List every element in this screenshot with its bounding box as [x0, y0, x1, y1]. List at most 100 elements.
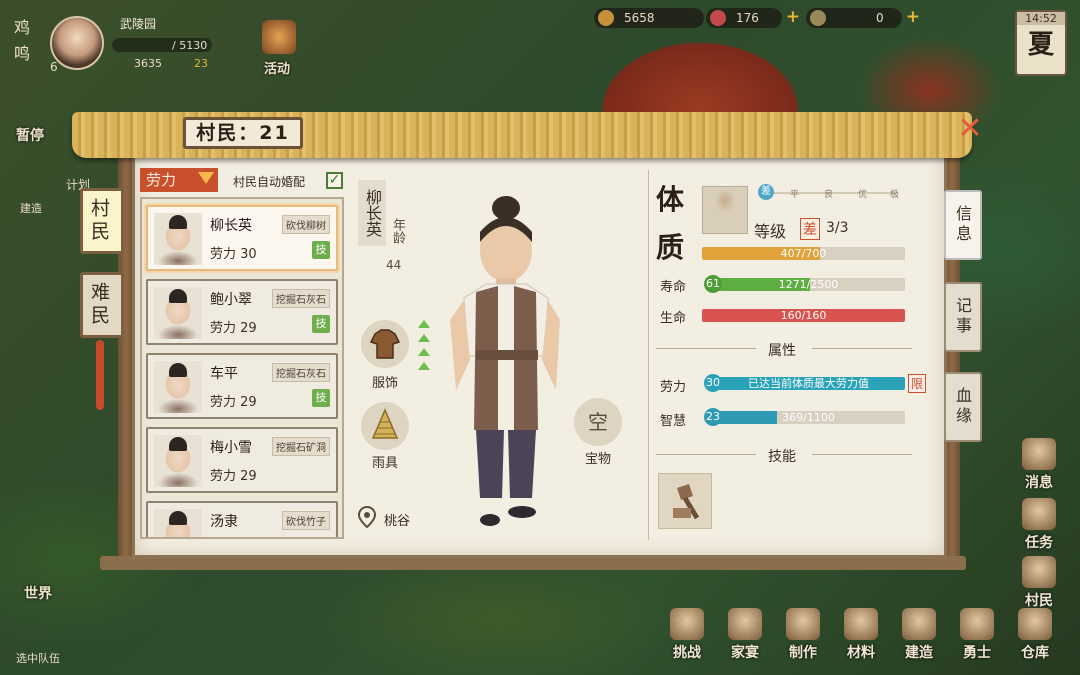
- warrior-icon: [960, 608, 994, 640]
- clothing-label: 服饰: [371, 376, 398, 391]
- list-item[interactable]: 车平 劳力 29 挖掘石灰石 技: [146, 353, 338, 419]
- grade-step: 平: [790, 190, 800, 200]
- copper-value: 5658: [624, 11, 655, 25]
- tab-info[interactable]: 信息: [944, 190, 982, 260]
- activity-button[interactable]: 活动: [264, 58, 290, 77]
- constitution-label-2: 质: [656, 231, 685, 264]
- materials-icon: [844, 608, 878, 640]
- villager-name: 车平: [210, 366, 238, 382]
- warehouse-button[interactable]: 仓库: [1010, 608, 1060, 662]
- raingear-slot[interactable]: [361, 402, 409, 450]
- villager-name: 梅小雪: [210, 440, 252, 456]
- scroll-icon: [1022, 438, 1056, 470]
- villager-name: 鲍小翠: [210, 292, 252, 308]
- labor-text: 已达当前体质最大劳力值: [748, 377, 869, 390]
- build-button[interactable]: 建造: [894, 608, 944, 662]
- list-item[interactable]: 鲍小翠 劳力 29 挖掘石灰石 技: [146, 279, 338, 345]
- clothing-slot[interactable]: [361, 320, 409, 368]
- tab-villagers[interactable]: 村民: [80, 188, 124, 254]
- villagers-button[interactable]: 村民: [1014, 556, 1064, 610]
- gold-icon: [810, 10, 826, 26]
- copper-bar: 5658: [594, 8, 704, 28]
- messages-button[interactable]: 消息: [1014, 438, 1064, 492]
- arrow-up-icon: [418, 362, 430, 370]
- villager-list[interactable]: 柳长英 劳力 30 砍伐柳树 技 鲍小翠 劳力 29 挖掘石灰石 技 车平 劳力…: [140, 197, 344, 539]
- grade-badge: 差: [800, 218, 820, 240]
- tab-journal[interactable]: 记事: [944, 282, 982, 352]
- build-icon: [902, 608, 936, 640]
- skill-badge: 技: [312, 241, 330, 259]
- panel-divider: [648, 170, 649, 540]
- axe-icon: [673, 484, 700, 520]
- villager-name-plate: 柳长英: [358, 180, 386, 246]
- villager-job: 挖掘石灰石: [272, 363, 330, 382]
- villager-portrait: [154, 361, 202, 413]
- auto-marry-label: 村民自动婚配: [233, 175, 306, 189]
- craft-icon: [786, 608, 820, 640]
- arrow-up-icon: [418, 348, 430, 356]
- jade-add-button[interactable]: +: [786, 7, 800, 27]
- villager-labor: 劳力 29: [210, 321, 257, 336]
- grade-step: 优: [858, 190, 868, 200]
- world-button[interactable]: 世界: [24, 583, 52, 603]
- tasks-button[interactable]: 任务: [1014, 498, 1064, 552]
- panel-base: [100, 556, 966, 570]
- clock-time: 14:52: [1017, 12, 1065, 25]
- lifespan-level: 61: [704, 275, 722, 293]
- villager-labor: 劳力 30: [210, 247, 257, 262]
- skill-slot[interactable]: [658, 473, 712, 529]
- labor-bar: 已达当前体质最大劳力值: [712, 377, 905, 390]
- activity-icon[interactable]: [262, 20, 296, 54]
- attributes-line-right: [812, 348, 912, 349]
- villager-labor: 劳力 29: [210, 469, 257, 484]
- villager-portrait: [154, 213, 202, 265]
- tab-lineage[interactable]: 血缘: [944, 372, 982, 442]
- constitution-portrait: [702, 186, 748, 234]
- skills-title: 技能: [768, 449, 796, 465]
- treasure-slot[interactable]: 空: [574, 398, 622, 446]
- player-avatar[interactable]: [50, 16, 104, 70]
- villager-portrait: [154, 287, 202, 339]
- health-label: 生命: [660, 311, 687, 326]
- wisdom-text: 369/1100: [782, 411, 835, 424]
- list-item[interactable]: 梅小雪 劳力 29 挖掘石矿洞: [146, 427, 338, 493]
- close-icon[interactable]: ✕: [956, 114, 984, 144]
- grade-step-current: 差: [758, 184, 774, 200]
- population-count: 23: [194, 57, 208, 70]
- grade-step: 极: [890, 190, 900, 200]
- pause-button[interactable]: 暂停: [16, 125, 44, 145]
- challenge-icon: [670, 608, 704, 640]
- upgrade-arrows: [418, 320, 430, 370]
- challenge-button[interactable]: 挑战: [662, 608, 712, 662]
- tab-refugees[interactable]: 难民: [80, 272, 124, 338]
- grade-track: 差 平 良 优 极: [758, 184, 908, 200]
- list-item[interactable]: 柳长英 劳力 30 砍伐柳树 技: [146, 205, 338, 271]
- player-level: 6: [50, 60, 58, 74]
- lifespan-bar: 1271/2500: [712, 278, 905, 291]
- craft-button[interactable]: 制作: [778, 608, 828, 662]
- quest-icon: [1022, 498, 1056, 530]
- skills-line-left: [656, 454, 756, 455]
- age-value: 44: [386, 258, 402, 272]
- season-clock[interactable]: 14:52 夏: [1015, 10, 1067, 76]
- jade-value: 176: [736, 11, 759, 25]
- arrow-up-icon: [418, 320, 430, 328]
- team-button[interactable]: 选中队伍: [16, 650, 60, 666]
- attributes-line-left: [656, 348, 756, 349]
- villager-name: 汤隶: [210, 514, 238, 530]
- badge-2: 鸣: [14, 44, 31, 63]
- feast-button[interactable]: 家宴: [720, 608, 770, 662]
- labor-label: 劳力: [660, 380, 687, 395]
- labor-filter-dropdown[interactable]: 劳力: [140, 168, 218, 192]
- materials-button[interactable]: 材料: [836, 608, 886, 662]
- attributes-title: 属性: [768, 343, 796, 359]
- gold-add-button[interactable]: +: [906, 7, 920, 27]
- warriors-button[interactable]: 勇士: [952, 608, 1002, 662]
- skill-badge: 技: [312, 315, 330, 333]
- auto-marry-checkbox[interactable]: ✓: [326, 172, 343, 189]
- warehouse-icon: [1018, 608, 1052, 640]
- village-name: 武陵园: [120, 17, 157, 31]
- location-label: 桃谷: [384, 514, 411, 529]
- list-item[interactable]: 汤隶 砍伐竹子: [146, 501, 338, 537]
- skills-line-right: [812, 454, 912, 455]
